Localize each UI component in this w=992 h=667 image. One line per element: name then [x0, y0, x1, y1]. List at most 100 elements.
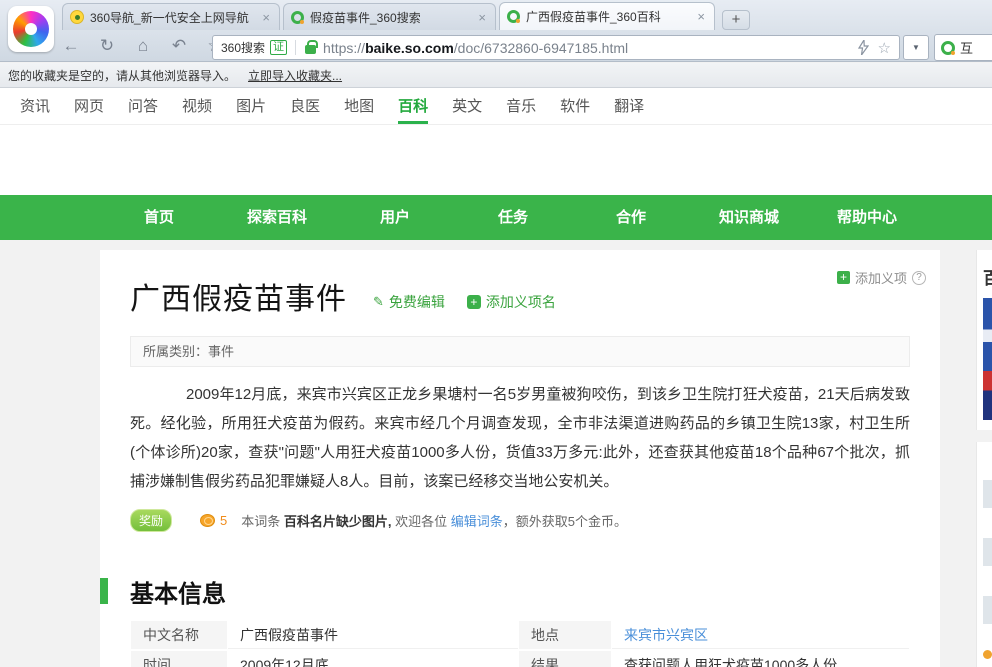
reward-text-before: 本词条 — [241, 514, 284, 529]
nav-item-web[interactable]: 网页 — [74, 88, 104, 124]
divider — [295, 40, 296, 55]
info-label: 时间 — [131, 651, 227, 667]
category-label: 所属类别： — [143, 344, 208, 359]
reward-text-bold: 百科名片缺少图片, — [284, 514, 392, 529]
location-link[interactable]: 来宾市兴宾区 — [624, 627, 708, 643]
nav-item-translate[interactable]: 翻译 — [614, 88, 644, 124]
add-meaning-label: 添加义项 — [855, 268, 907, 287]
url-dropdown-button[interactable]: ▼ — [903, 35, 929, 60]
360-nav-favicon-icon — [70, 10, 84, 24]
quick-search-keyword: 互 — [960, 38, 973, 57]
url-path: /doc/6732860-6947185.html — [454, 40, 628, 56]
bookmark-bar: 您的收藏夹是空的，请从其他浏览器导入。 立即导入收藏夹... — [0, 63, 992, 88]
category-value: 事件 — [208, 344, 234, 359]
bookmark-star-icon[interactable]: ☆ — [878, 39, 891, 57]
reward-text-mid: 欢迎各位 — [392, 514, 451, 529]
360-search-favicon-icon — [291, 11, 304, 24]
info-value: 2009年12月底 — [228, 651, 518, 667]
nav-item-images[interactable]: 图片 — [236, 88, 266, 124]
tab-strip: 360导航_新一代安全上网导航 × 假疫苗事件_360搜索 × 广西假疫苗事件_… — [62, 2, 750, 30]
quick-search-box[interactable]: 互 — [934, 34, 992, 61]
category-box: 所属类别：事件 — [130, 336, 910, 367]
url-prefix: https:// — [323, 40, 365, 56]
search-vertical-nav: 资讯 网页 问答 视频 图片 良医 地图 百科 英文 音乐 软件 翻译 — [0, 88, 992, 125]
free-edit-link[interactable]: ✎ 免费编辑 — [373, 292, 445, 312]
browser-logo[interactable] — [8, 6, 54, 52]
article-summary: 2009年12月底，来宾市兴宾区正龙乡果塘村一名5岁男童被狗咬伤，到该乡卫生院打… — [130, 380, 910, 496]
close-icon[interactable]: × — [476, 10, 488, 25]
nav-item-music[interactable]: 音乐 — [506, 88, 536, 124]
info-value: 广西假疫苗事件 — [228, 621, 518, 649]
reward-text: 本词条 百科名片缺少图片, 欢迎各位 编辑词条，额外获取5个金币。 — [241, 511, 627, 530]
page-content: + 添加义项 ? 广西假疫苗事件 ✎ 免费编辑 + 添加义项名 所属类别： — [0, 240, 992, 667]
site-nav-help-center[interactable]: 帮助中心 — [808, 195, 926, 240]
tab-360-nav[interactable]: 360导航_新一代安全上网导航 × — [62, 3, 280, 30]
360-browser-icon — [13, 11, 49, 47]
nav-item-baike-active[interactable]: 百科 — [398, 88, 428, 124]
page-title: 广西假疫苗事件 — [130, 274, 347, 318]
url-domain: baike.so.com — [365, 40, 454, 56]
sidebar-thumb[interactable] — [983, 538, 992, 566]
tab-title: 360导航_新一代安全上网导航 — [90, 9, 254, 26]
site-nav-home[interactable]: 首页 — [100, 195, 218, 240]
search-engine-label[interactable]: 360搜索 — [221, 39, 265, 56]
site-nav-users[interactable]: 用户 — [336, 195, 454, 240]
cert-badge: 证 — [270, 40, 287, 55]
new-tab-button[interactable]: + — [722, 10, 750, 30]
browser-chrome: 360导航_新一代安全上网导航 × 假疫苗事件_360搜索 × 广西假疫苗事件_… — [0, 0, 992, 62]
help-question-icon[interactable]: ? — [912, 271, 926, 285]
sidebar-thumb[interactable] — [983, 480, 992, 508]
site-nav-explore[interactable]: 探索百科 — [218, 195, 336, 240]
nav-item-video[interactable]: 视频 — [182, 88, 212, 124]
nav-item-maps[interactable]: 地图 — [344, 88, 374, 124]
tab-360-search[interactable]: 假疫苗事件_360搜索 × — [283, 3, 496, 30]
free-edit-label: 免费编辑 — [389, 292, 445, 312]
nav-item-news[interactable]: 资讯 — [20, 88, 50, 124]
sidebar-heading-partial: 百 — [977, 250, 992, 289]
info-value: 查获问题人用狂犬疫苗1000多人份 — [612, 651, 909, 667]
nav-item-english[interactable]: 英文 — [452, 88, 482, 124]
plus-icon: + — [837, 271, 850, 284]
import-bookmarks-link[interactable]: 立即导入收藏夹... — [248, 67, 342, 84]
sidebar-image-thumbnail[interactable] — [983, 298, 992, 420]
site-nav-knowledge-mall[interactable]: 知识商城 — [690, 195, 808, 240]
undo-icon[interactable]: ↶ — [168, 36, 190, 56]
nav-item-qa[interactable]: 问答 — [128, 88, 158, 124]
title-actions: ✎ 免费编辑 + 添加义项名 — [373, 292, 556, 312]
table-row: 时间 2009年12月底 结果 查获问题人用狂犬疫苗1000多人份 — [131, 651, 909, 667]
baike-header: 360百科 广西假疫苗事件 × 进入词条 搜索词条 — [0, 125, 992, 195]
address-bar[interactable]: 360搜索 证 https://baike.so.com/doc/6732860… — [212, 35, 900, 60]
tab-360-baike-active[interactable]: 广西假疫苗事件_360百科 × — [499, 2, 715, 30]
sidebar-thumb[interactable] — [983, 596, 992, 624]
info-label: 中文名称 — [131, 621, 227, 649]
edit-entry-link[interactable]: 编辑词条 — [451, 514, 503, 529]
sidebar-panel-top: 百 — [976, 250, 992, 430]
title-row: 广西假疫苗事件 ✎ 免费编辑 + 添加义项名 — [130, 250, 910, 318]
360-baike-favicon-icon — [507, 10, 520, 23]
sidebar-panel-bottom — [976, 442, 992, 667]
home-icon[interactable]: ⌂ — [132, 36, 154, 56]
speed-mode-lightning-icon[interactable] — [858, 40, 869, 55]
site-nav-cooperation[interactable]: 合作 — [572, 195, 690, 240]
nav-item-software[interactable]: 软件 — [560, 88, 590, 124]
refresh-icon[interactable]: ↻ — [96, 36, 118, 56]
coin-count: 5 — [220, 513, 227, 528]
url-text[interactable]: https://baike.so.com/doc/6732860-6947185… — [323, 40, 628, 56]
reward-text-after: ，额外获取5个金币。 — [503, 514, 627, 529]
site-nav-tasks[interactable]: 任务 — [454, 195, 572, 240]
https-lock-icon — [305, 45, 316, 54]
basic-info-heading-row: 基本信息 — [130, 576, 910, 606]
close-icon[interactable]: × — [260, 10, 272, 25]
sidebar-coin-icon — [983, 650, 992, 659]
close-icon[interactable]: × — [695, 9, 707, 24]
address-bar-actions: ☆ — [858, 39, 891, 57]
add-meaning-control[interactable]: + 添加义项 ? — [837, 268, 926, 287]
empty-bookmarks-notice: 您的收藏夹是空的，请从其他浏览器导入。 — [8, 67, 236, 84]
nav-item-doctor[interactable]: 良医 — [290, 88, 320, 124]
baike-site-nav: 首页 探索百科 用户 任务 合作 知识商城 帮助中心 — [0, 195, 992, 240]
reward-row: 奖励 5 本词条 百科名片缺少图片, 欢迎各位 编辑词条，额外获取5个金币。 — [130, 509, 910, 532]
pencil-icon: ✎ — [373, 294, 384, 310]
browser-window: 360导航_新一代安全上网导航 × 假疫苗事件_360搜索 × 广西假疫苗事件_… — [0, 0, 992, 667]
back-icon[interactable]: ← — [60, 36, 82, 56]
add-meaning-name-link[interactable]: + 添加义项名 — [467, 292, 556, 312]
